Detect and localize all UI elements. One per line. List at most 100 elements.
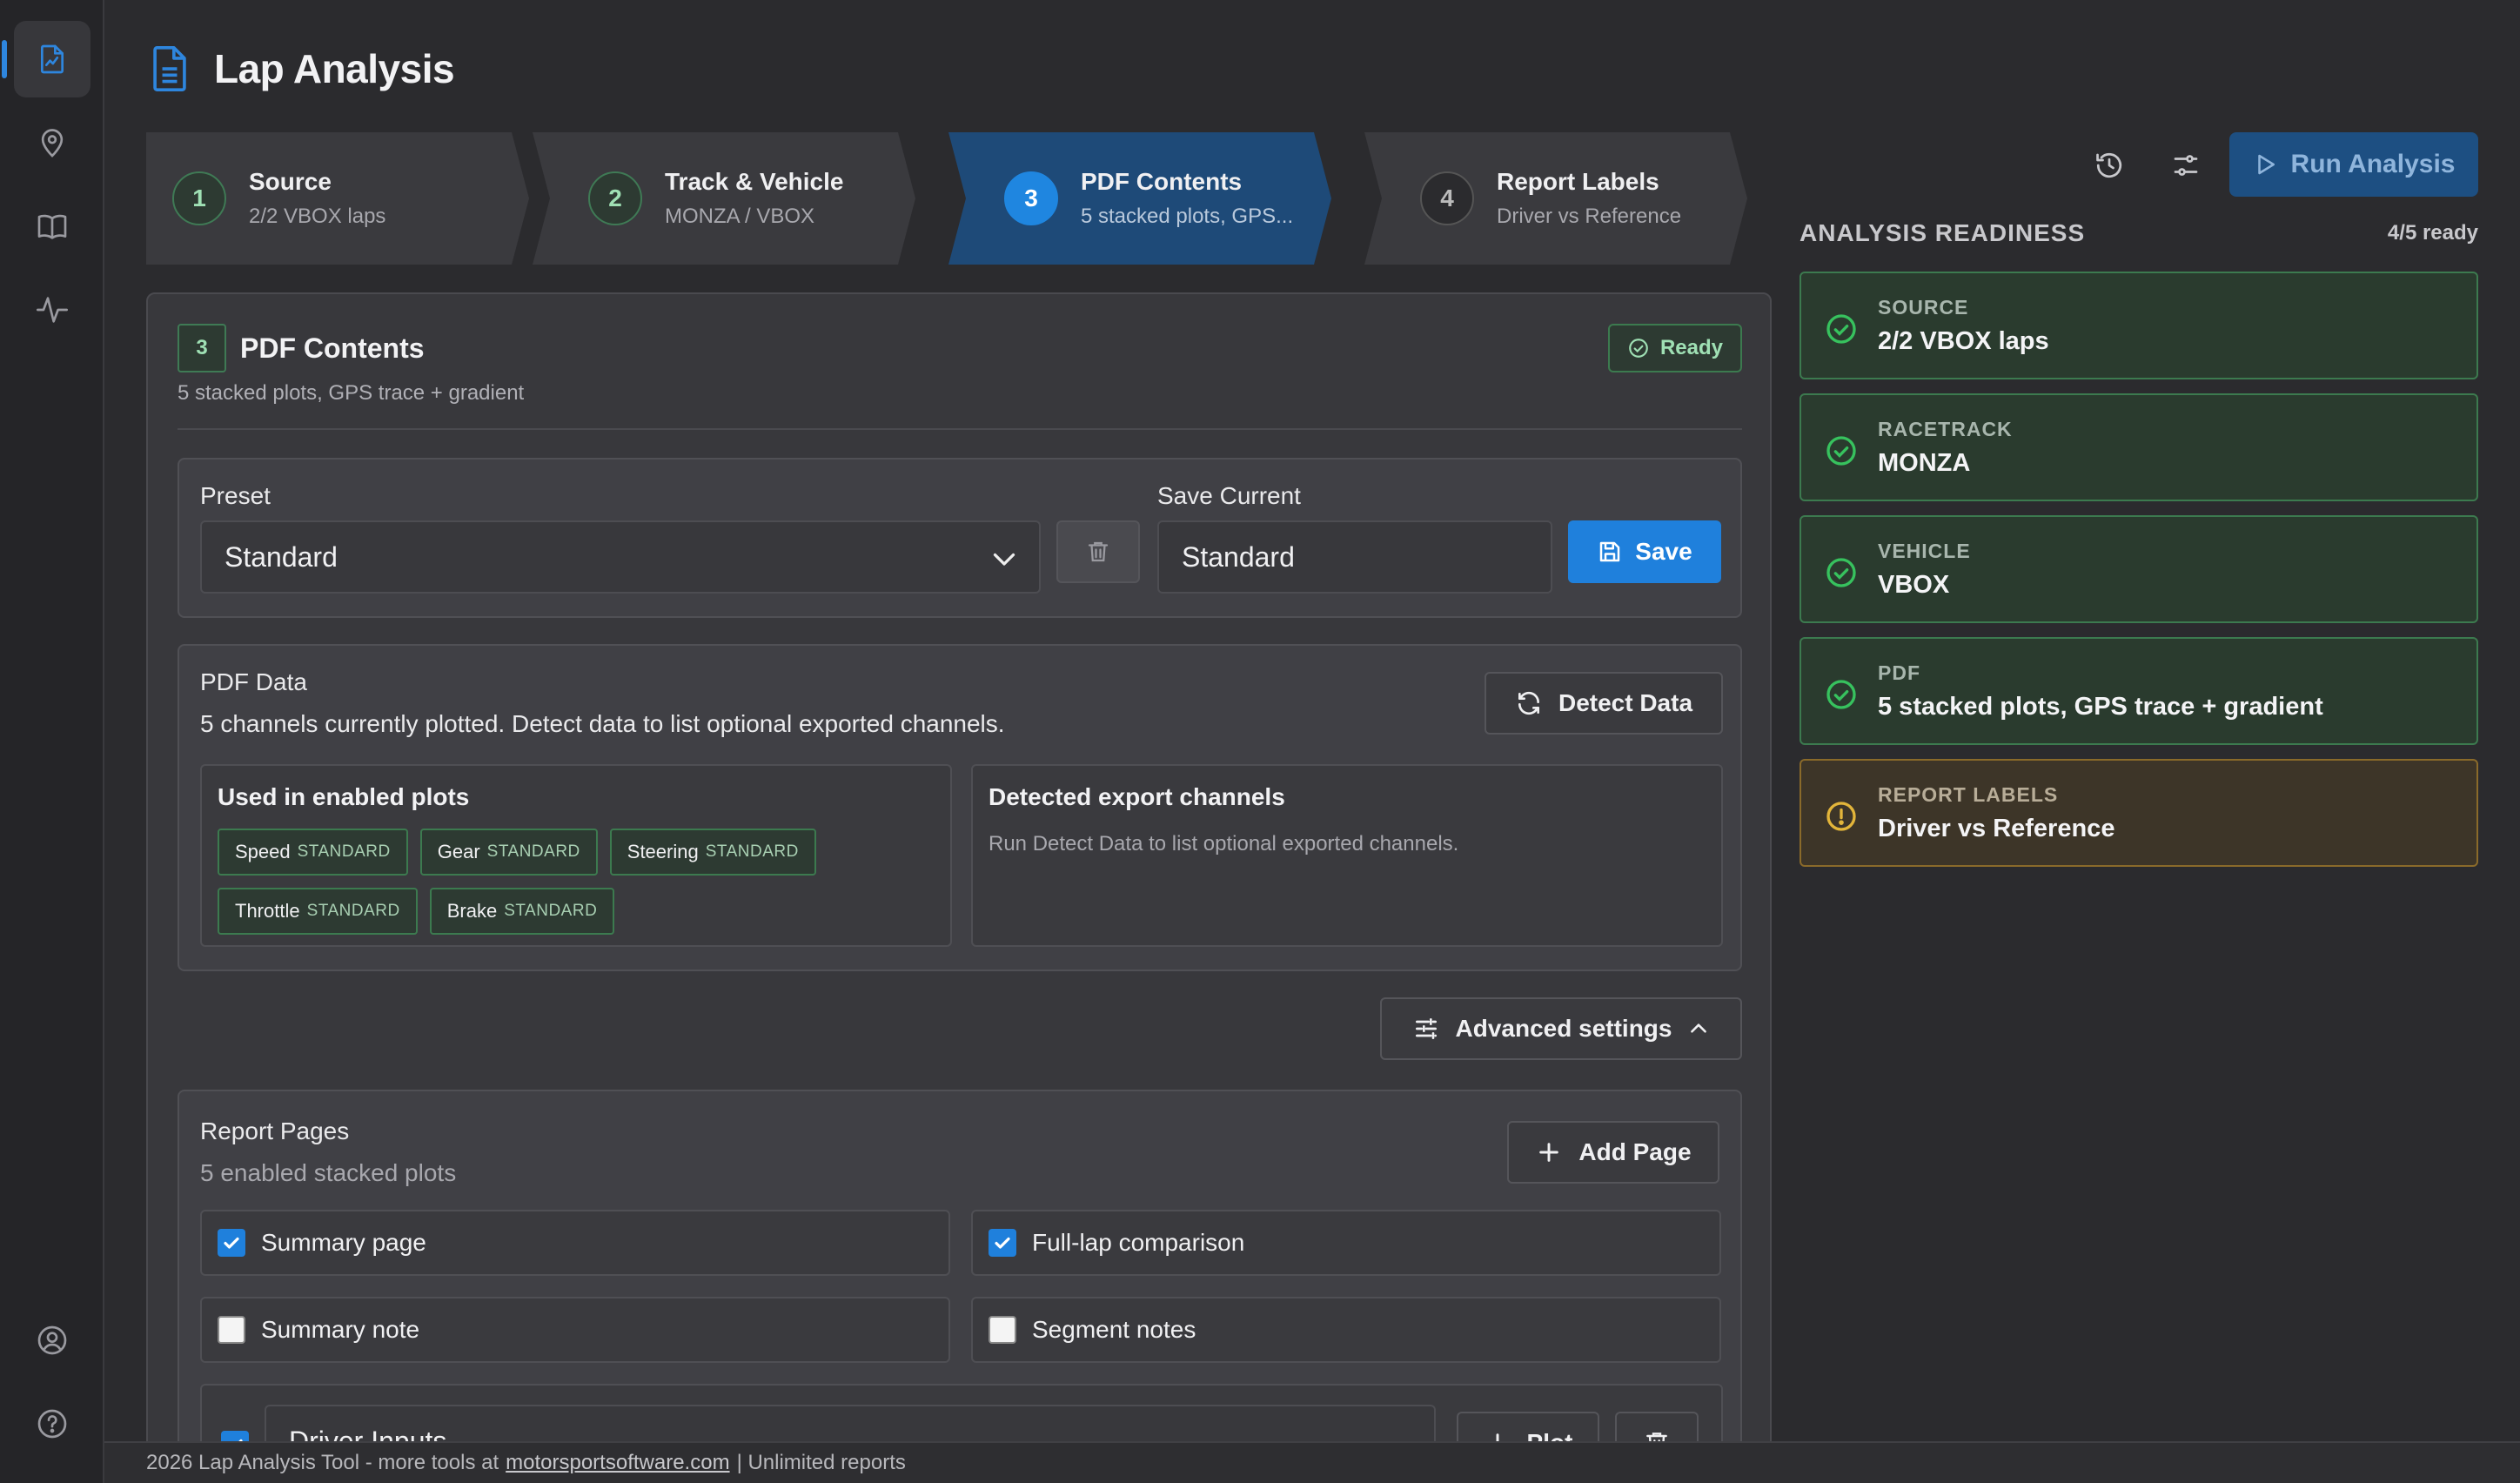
checkbox-unchecked[interactable]: [218, 1316, 245, 1344]
run-analysis-label: Run Analysis: [2290, 150, 2456, 178]
readiness-key: SOURCE: [1878, 296, 1969, 319]
delete-preset-button[interactable]: [1056, 520, 1140, 583]
option-segment-notes[interactable]: Segment notes: [971, 1297, 1721, 1363]
chip-name: Gear: [437, 841, 480, 862]
channel-chips: Speed STANDARD Gear STANDARD Steering STAND…: [218, 829, 896, 935]
floppy-icon: [1600, 541, 1620, 562]
step-subtitle: MONZA / VBOX: [665, 205, 815, 228]
report-pages-subtitle: 5 enabled stacked plots: [200, 1159, 457, 1186]
detected-channels-box: Detected export channels Run Detect Data…: [971, 764, 1723, 947]
section-number: 3: [178, 324, 226, 372]
chevron-down-icon: [993, 553, 1015, 566]
chip-tag: STANDARD: [705, 842, 799, 861]
footer-suffix: | Unlimited reports: [736, 1451, 906, 1474]
readiness-key: PDF: [1878, 661, 1920, 684]
step-track-vehicle[interactable]: 2 Track & Vehicle MONZA / VBOX: [533, 132, 915, 265]
check-circle-icon: [1826, 680, 1856, 709]
save-preset-input[interactable]: Standard: [1157, 520, 1552, 594]
step-number: 4: [1420, 171, 1474, 225]
option-label: Summary page: [261, 1229, 426, 1256]
report-pages-title: Report Pages: [200, 1117, 350, 1144]
footer-link[interactable]: motorsportsoftware.com: [506, 1451, 729, 1475]
step-report-labels[interactable]: 4 Report Labels Driver vs Reference: [1364, 132, 1747, 265]
readiness-key: RACETRACK: [1878, 418, 2013, 440]
chip-name: Steering: [627, 841, 699, 862]
save-preset-value: Standard: [1182, 540, 1295, 573]
advanced-settings-button[interactable]: Advanced settings: [1380, 997, 1742, 1060]
help-icon[interactable]: [14, 1386, 90, 1462]
option-summary-note[interactable]: Summary note: [200, 1297, 950, 1363]
step-number: 1: [172, 171, 226, 225]
used-channels-box: Used in enabled plots Speed STANDARD Gear…: [200, 764, 952, 947]
chip-tag: STANDARD: [486, 842, 580, 861]
save-label: Save: [1635, 538, 1692, 565]
step-pdf-contents[interactable]: 3 PDF Contents 5 stacked plots, GPS...: [948, 132, 1331, 265]
alert-circle-icon: [1826, 802, 1856, 831]
preset-label: Preset: [200, 482, 271, 509]
option-full-lap-comparison[interactable]: Full-lap comparison: [971, 1210, 1721, 1276]
history-icon[interactable]: [2085, 141, 2134, 190]
step-title: Source: [249, 168, 332, 195]
activity-icon[interactable]: [14, 272, 90, 348]
save-button[interactable]: Save: [1568, 520, 1721, 583]
footer-prefix: 2026 Lap Analysis Tool - more tools at: [146, 1451, 499, 1474]
user-icon[interactable]: [14, 1302, 90, 1379]
step-title: Track & Vehicle: [665, 168, 844, 195]
channel-chip: Brake STANDARD: [429, 888, 615, 935]
section-title: PDF Contents: [240, 332, 425, 364]
divider: [178, 428, 1742, 430]
advanced-settings-label: Advanced settings: [1455, 1015, 1672, 1042]
left-rail: [0, 0, 104, 1483]
location-pin-icon[interactable]: [14, 104, 90, 181]
preset-select[interactable]: Standard: [200, 520, 1041, 594]
option-label: Segment notes: [1032, 1316, 1196, 1343]
checkbox-checked[interactable]: [989, 1229, 1016, 1257]
page-title: Lap Analysis: [214, 46, 455, 91]
add-page-label: Add Page: [1578, 1138, 1692, 1165]
report-pages-box: Report Pages 5 enabled stacked plots Add…: [178, 1090, 1742, 1483]
add-page-button[interactable]: Add Page: [1507, 1121, 1719, 1184]
readiness-card-pdf[interactable]: PDF 5 stacked plots, GPS trace + gradien…: [1800, 637, 2478, 745]
step-subtitle: 5 stacked plots, GPS...: [1081, 205, 1294, 228]
readiness-value: 2/2 VBOX laps: [1878, 327, 2049, 355]
refresh-icon: [1518, 691, 1539, 715]
save-current-label: Save Current: [1157, 482, 1301, 509]
channel-chip: Throttle STANDARD: [218, 888, 418, 935]
readiness-value: 5 stacked plots, GPS trace + gradient: [1878, 693, 2323, 721]
detected-channels-message: Run Detect Data to list optional exporte…: [989, 832, 1459, 856]
readiness-card-racetrack[interactable]: RACETRACK MONZA: [1800, 393, 2478, 501]
checkbox-checked[interactable]: [218, 1229, 245, 1257]
status-badge: Ready: [1607, 324, 1742, 372]
checkbox-unchecked[interactable]: [989, 1316, 1016, 1344]
readiness-card-vehicle[interactable]: VEHICLE VBOX: [1800, 515, 2478, 623]
chip-tag: STANDARD: [306, 902, 400, 920]
used-channels-title: Used in enabled plots: [218, 783, 470, 810]
sliders-icon: [1415, 1018, 1437, 1039]
book-icon[interactable]: [14, 188, 90, 265]
footer: 2026 Lap Analysis Tool - more tools at m…: [104, 1441, 2520, 1483]
page-header: Lap Analysis: [148, 44, 455, 94]
readiness-card-source[interactable]: SOURCE 2/2 VBOX laps: [1800, 272, 2478, 379]
channel-chip: Steering STANDARD: [609, 829, 816, 876]
chip-tag: STANDARD: [297, 842, 391, 861]
detect-data-button[interactable]: Detect Data: [1485, 672, 1723, 735]
readiness-key: REPORT LABELS: [1878, 783, 2059, 806]
option-label: Summary note: [261, 1316, 420, 1343]
step-subtitle: Driver vs Reference: [1497, 205, 1682, 228]
pdf-contents-panel: 3 PDF Contents 5 stacked plots, GPS trac…: [146, 292, 1772, 1483]
option-summary-page[interactable]: Summary page: [200, 1210, 950, 1276]
readiness-value: MONZA: [1878, 449, 1971, 477]
report-icon[interactable]: [2, 21, 90, 97]
detect-data-label: Detect Data: [1558, 689, 1693, 716]
chevron-up-icon: [1691, 1023, 1707, 1033]
pdf-data-description: 5 channels currently plotted. Detect dat…: [200, 710, 1005, 737]
pdf-data-box: PDF Data 5 channels currently plotted. D…: [178, 644, 1742, 971]
sliders-icon[interactable]: [2161, 141, 2210, 190]
status-label: Ready: [1659, 336, 1723, 359]
step-source[interactable]: 1 Source 2/2 VBOX laps: [146, 132, 529, 265]
run-analysis-button[interactable]: Run Analysis: [2229, 132, 2478, 197]
step-number: 2: [588, 171, 642, 225]
play-icon: [2257, 154, 2275, 175]
readiness-card-report-labels[interactable]: REPORT LABELS Driver vs Reference: [1800, 759, 2478, 867]
step-number: 3: [1004, 171, 1058, 225]
